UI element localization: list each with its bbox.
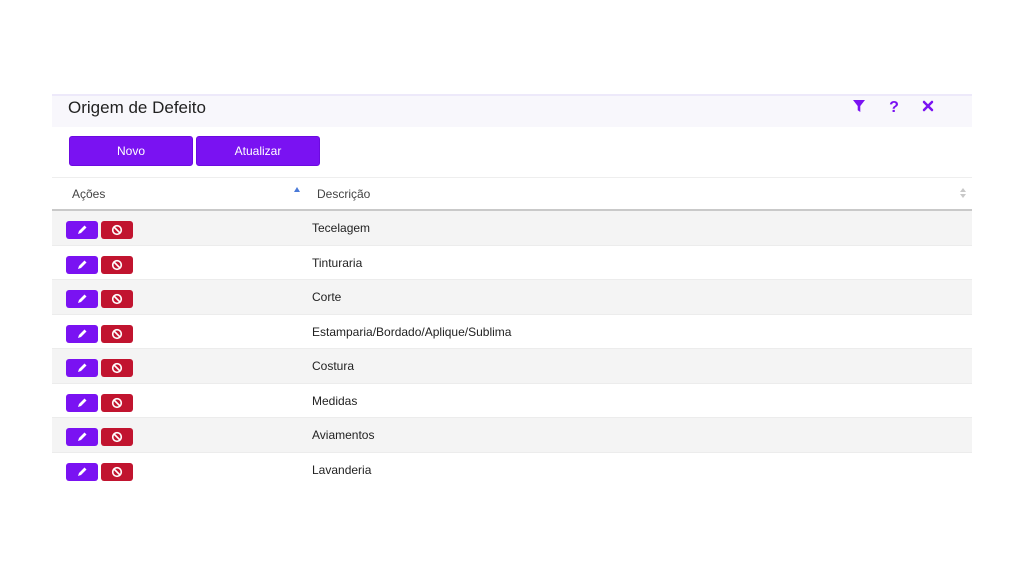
edit-button[interactable] [66,428,98,446]
pencil-icon [78,363,87,372]
edit-button[interactable] [66,359,98,377]
block-icon [111,293,123,305]
row-description: Corte [312,290,342,304]
table-header: Ações Descrição [52,178,972,211]
filter-icon[interactable] [850,99,868,117]
toolbar: Novo Atualizar [52,127,972,178]
pencil-icon [78,467,87,476]
disable-button[interactable] [101,428,133,446]
pencil-icon [78,398,87,407]
table-row: Lavanderia [52,452,972,483]
disable-button[interactable] [101,221,133,239]
pencil-icon [78,329,87,338]
new-button[interactable]: Novo [69,136,193,166]
row-description: Tinturaria [312,255,363,270]
disable-button[interactable] [101,290,133,308]
edit-button[interactable] [66,255,98,274]
sort-ascending-icon[interactable] [294,187,300,192]
edit-button[interactable] [66,324,98,343]
table-row: Estamparia/Bordado/Aplique/Sublima [52,314,972,349]
table-row: Costura [52,349,972,384]
block-icon [111,224,123,236]
pencil-icon [78,225,87,234]
block-icon [111,431,123,443]
close-icon[interactable] [919,99,937,117]
pencil-icon [78,260,87,269]
edit-button[interactable] [66,462,98,481]
disable-button[interactable] [101,324,133,343]
sort-unsorted-icon[interactable] [960,188,966,198]
row-description: Costura [312,359,355,373]
block-icon [111,466,123,477]
table-row: Tinturaria [52,245,972,280]
table-row: Tecelagem [52,211,972,246]
block-icon [111,259,123,270]
table-row: Corte [52,280,972,315]
pencil-icon [78,294,87,303]
edit-button[interactable] [66,393,98,412]
edit-button[interactable] [66,221,98,239]
disable-button[interactable] [101,393,133,412]
table-body: Tecelagem Tinturaria Corte Estamparia/Bo… [52,211,972,483]
block-icon [111,362,123,374]
block-icon [111,397,123,408]
edit-button[interactable] [66,290,98,308]
pencil-icon [78,432,87,441]
column-header-actions[interactable]: Ações [72,187,105,201]
page-title: Origem de Defeito [68,98,206,117]
disable-button[interactable] [101,462,133,481]
disable-button[interactable] [101,359,133,377]
row-description: Medidas [312,393,358,408]
table-row: Medidas [52,383,972,418]
window-titlebar: Origem de Defeito ? [52,94,972,127]
column-header-description[interactable]: Descrição [317,187,370,201]
row-description: Lavanderia [312,462,372,477]
row-description: Estamparia/Bordado/Aplique/Sublima [312,324,512,339]
origem-defeito-panel: Origem de Defeito ? Novo Atualizar Ações… [52,94,972,483]
help-icon[interactable]: ? [885,99,903,117]
table-row: Aviamentos [52,418,972,453]
row-description: Tecelagem [312,221,371,235]
disable-button[interactable] [101,255,133,274]
refresh-button[interactable]: Atualizar [196,136,320,166]
block-icon [111,328,123,339]
row-description: Aviamentos [312,428,375,442]
